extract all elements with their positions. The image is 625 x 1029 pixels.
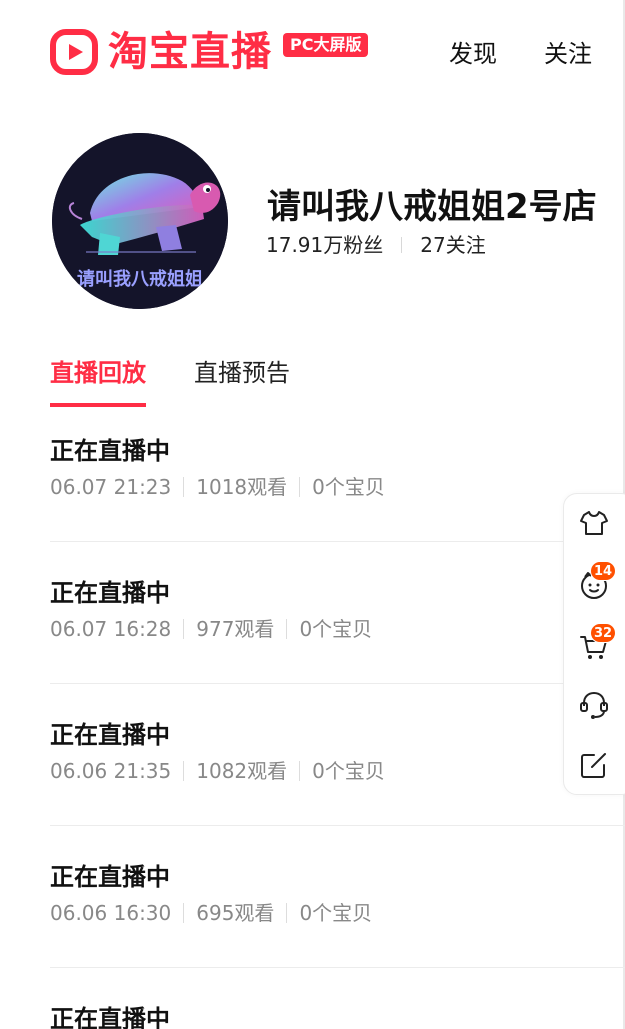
- meta-divider: [299, 761, 301, 781]
- headset-icon: [580, 691, 608, 719]
- pc-version-badge: PC大屏版: [283, 33, 369, 57]
- nav-discover[interactable]: 发现: [449, 38, 497, 70]
- item-divider: [50, 541, 625, 542]
- live-time: 06.06 21:35: [50, 759, 172, 783]
- live-title: 正在直播中: [50, 437, 170, 465]
- live-time: 06.06 16:30: [50, 901, 172, 925]
- tab-replay[interactable]: 直播回放: [50, 357, 146, 389]
- live-time: 06.07 16:28: [50, 617, 172, 641]
- live-item[interactable]: 正在直播中 06.07 21:23 1018观看 0个宝贝: [50, 435, 625, 577]
- shirt-button[interactable]: [578, 507, 610, 539]
- live-views: 1018观看: [196, 475, 288, 499]
- turtle-avatar-image: 请叫我八戒姐姐: [52, 133, 228, 309]
- header: 淘宝直播 PC大屏版 发现 关注: [0, 0, 625, 110]
- meta-divider: [286, 903, 288, 923]
- customer-service-button[interactable]: [578, 689, 610, 721]
- active-tab-indicator: [50, 403, 146, 407]
- live-title: 正在直播中: [50, 721, 170, 749]
- live-meta: 06.07 21:23 1018观看 0个宝贝: [50, 473, 385, 501]
- shirt-icon: [580, 511, 608, 535]
- live-item[interactable]: 正在直播中 06.07 16:28 977观看 0个宝贝: [50, 577, 625, 719]
- live-title: 正在直播中: [50, 1005, 170, 1029]
- profile-stats: 17.91万粉丝 27关注: [266, 232, 486, 258]
- live-items: 0个宝贝: [312, 475, 385, 499]
- taobao-live-logo[interactable]: 淘宝直播: [50, 28, 272, 76]
- meta-divider: [183, 761, 185, 781]
- live-views: 1082观看: [196, 759, 288, 783]
- item-divider: [50, 967, 625, 968]
- favorites-button[interactable]: 14: [578, 561, 617, 601]
- play-logo-icon: [50, 29, 98, 75]
- live-items: 0个宝贝: [299, 901, 373, 925]
- meta-divider: [183, 903, 185, 923]
- live-views: 977观看: [196, 617, 275, 641]
- live-items: 0个宝贝: [312, 759, 385, 783]
- floating-toolbar: 14 32: [563, 493, 625, 795]
- item-divider: [50, 683, 625, 684]
- live-meta: 06.07 16:28 977观看 0个宝贝: [50, 615, 372, 643]
- live-items: 0个宝贝: [299, 617, 373, 641]
- cart-badge: 32: [590, 623, 617, 643]
- cart-button[interactable]: 32: [578, 623, 617, 663]
- favorites-badge: 14: [590, 561, 617, 581]
- meta-divider: [299, 477, 301, 497]
- stat-divider: [401, 237, 403, 253]
- avatar-caption: 请叫我八戒姐姐: [77, 268, 203, 289]
- live-item[interactable]: 正在直播中 06.06 16:30 695观看 0个宝贝: [50, 861, 625, 1003]
- meta-divider: [286, 619, 288, 639]
- meta-divider: [183, 619, 185, 639]
- shop-name: 请叫我八戒姐姐2号店: [267, 187, 597, 227]
- item-divider: [50, 825, 625, 826]
- live-time: 06.07 21:23: [50, 475, 172, 499]
- live-item[interactable]: 正在直播中: [50, 1003, 625, 1029]
- live-item[interactable]: 正在直播中 06.06 21:35 1082观看 0个宝贝: [50, 719, 625, 861]
- following-count[interactable]: 27关注: [420, 232, 485, 258]
- meta-divider: [183, 477, 185, 497]
- live-title: 正在直播中: [50, 863, 170, 891]
- edit-icon: [581, 753, 606, 778]
- logo-text: 淘宝直播: [108, 29, 272, 75]
- feedback-button[interactable]: [578, 749, 610, 781]
- tab-preview[interactable]: 直播预告: [194, 357, 290, 389]
- avatar: 请叫我八戒姐姐: [52, 133, 228, 309]
- live-views: 695观看: [196, 901, 275, 925]
- live-meta: 06.06 16:30 695观看 0个宝贝: [50, 899, 372, 927]
- live-meta: 06.06 21:35 1082观看 0个宝贝: [50, 757, 385, 785]
- fans-count: 17.91万粉丝: [266, 233, 384, 257]
- nav-follow[interactable]: 关注: [544, 38, 592, 70]
- live-title: 正在直播中: [50, 579, 170, 607]
